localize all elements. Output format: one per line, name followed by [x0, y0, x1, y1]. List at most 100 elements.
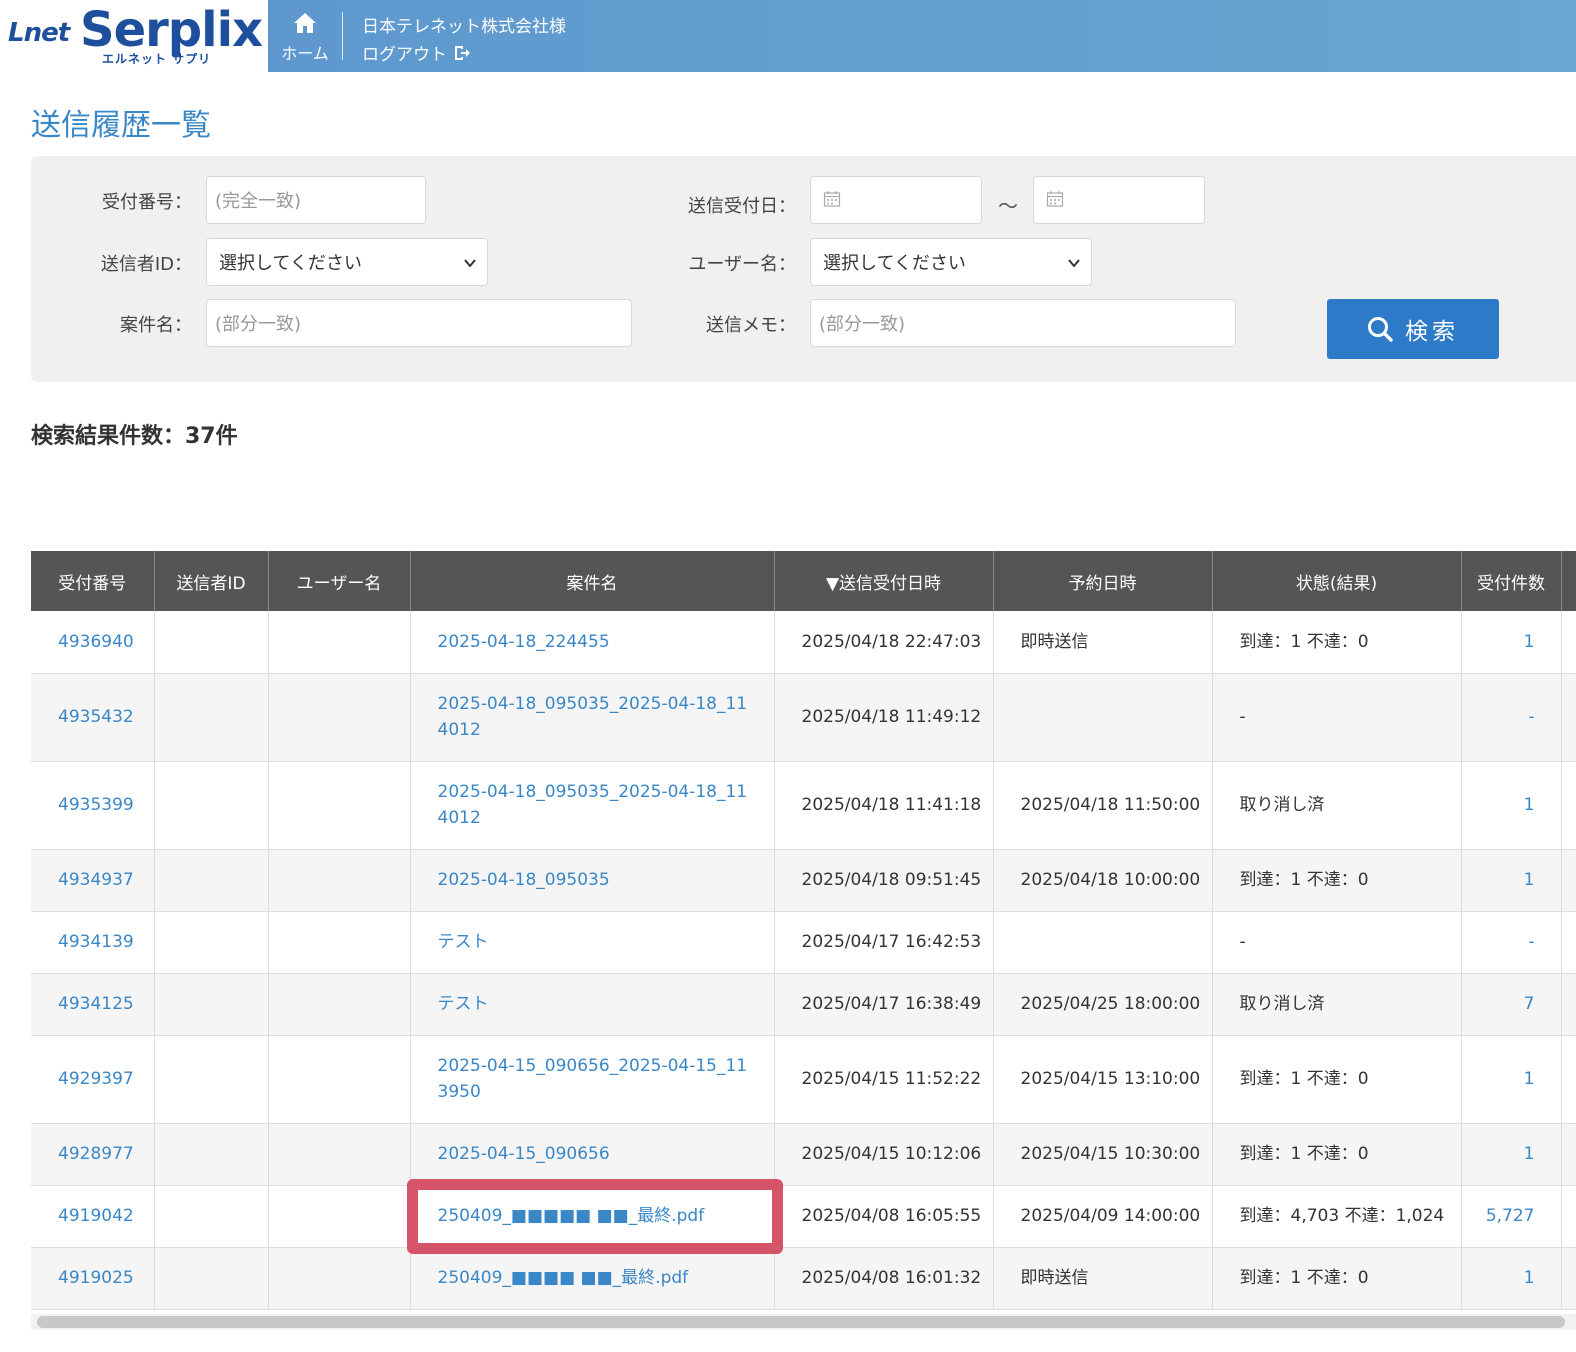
logout-icon: [455, 45, 470, 60]
cell-count[interactable]: 1: [1461, 611, 1562, 674]
cell-reserved-at: 2025/04/15 10:30:00: [993, 1123, 1213, 1186]
cell-user-name: [268, 911, 411, 974]
scrollbar-thumb[interactable]: [37, 1316, 1565, 1328]
chevron-down-icon: [1068, 259, 1080, 268]
date-to-input[interactable]: [1033, 176, 1205, 224]
col-case-name[interactable]: 案件名: [410, 551, 775, 611]
cell-reserved-at: 2025/04/25 18:00:00: [993, 973, 1213, 1036]
table-row: 4934937 2025-04-18_095035 2025/04/18 09:51…: [31, 849, 1576, 912]
horizontal-scrollbar[interactable]: [31, 1314, 1576, 1330]
col-reserved-at[interactable]: 予約日時: [993, 551, 1213, 611]
sender-id-select[interactable]: 選択してください: [206, 238, 488, 286]
cell-status: 到達：1 不達：0: [1212, 849, 1462, 912]
page-title: 送信履歴一覧: [31, 108, 211, 143]
cell-status: -: [1212, 911, 1462, 974]
cell-received-at: 2025/04/18 11:49:12: [774, 673, 994, 762]
receipt-no-input[interactable]: (完全一致): [206, 176, 426, 224]
cell-sender-id: [154, 911, 269, 974]
cell-reserved-at: [993, 911, 1213, 974]
cell-count[interactable]: 5,727: [1461, 1185, 1562, 1248]
col-user-name[interactable]: ユーザー名: [268, 551, 411, 611]
cell-receipt-no[interactable]: 4928977: [31, 1123, 155, 1186]
cell-count[interactable]: -: [1461, 673, 1562, 762]
cell-receipt-no[interactable]: 4935399: [31, 761, 155, 850]
logo[interactable]: Lnet Serplix エルネット サプリ: [0, 0, 268, 72]
cell-receipt-no[interactable]: 4934139: [31, 911, 155, 974]
cell-receipt-no[interactable]: 4935432: [31, 673, 155, 762]
cell-receipt-no[interactable]: 4929397: [31, 1035, 155, 1124]
cell-sender-id: [154, 1123, 269, 1186]
cell-received-at: 2025/04/15 10:12:06: [774, 1123, 994, 1186]
cell-user-name: [268, 1247, 411, 1310]
cell-receipt-no[interactable]: 4934125: [31, 973, 155, 1036]
cell-case-name[interactable]: 2025-04-18_095035_2025-04-18_114012: [410, 761, 775, 850]
search-icon: [1368, 317, 1393, 342]
calendar-icon: [1046, 191, 1064, 207]
table-row: 4935432 2025-04-18_095035_2025-04-18_1140…: [31, 673, 1576, 762]
cell-sender-id: [154, 849, 269, 912]
cell-case-name[interactable]: 2025-04-15_090656: [410, 1123, 775, 1186]
cell-count[interactable]: 7: [1461, 973, 1562, 1036]
home-link[interactable]: ホーム: [270, 0, 340, 72]
cell-receipt-no[interactable]: 4934937: [31, 849, 155, 912]
cell-count[interactable]: 1: [1461, 1247, 1562, 1310]
cell-user-name: [268, 973, 411, 1036]
cell-case-name[interactable]: 2025-04-18_224455: [410, 611, 775, 674]
cell-case-name[interactable]: 250409_■■■■ ■■_最終.pdf: [410, 1247, 775, 1310]
cell-case-name[interactable]: 2025-04-18_095035: [410, 849, 775, 912]
cell-received-at: 2025/04/18 22:47:03: [774, 611, 994, 674]
case-name-input[interactable]: (部分一致): [206, 299, 632, 347]
cell-case-name[interactable]: 2025-04-15_090656_2025-04-15_113950: [410, 1035, 775, 1124]
cell-overflow: [1561, 1123, 1576, 1186]
cell-receipt-no[interactable]: 4919042: [31, 1185, 155, 1248]
result-count: 検索結果件数：37件: [31, 424, 238, 449]
cell-received-at: 2025/04/08 16:01:32: [774, 1247, 994, 1310]
cell-receipt-no[interactable]: 4919025: [31, 1247, 155, 1310]
cell-sender-id: [154, 761, 269, 850]
col-sender-id[interactable]: 送信者ID: [154, 551, 269, 611]
cell-user-name: [268, 1185, 411, 1248]
date-label: 送信受付日：: [688, 196, 796, 217]
user-name-select[interactable]: 選択してください: [810, 238, 1092, 286]
cell-case-name[interactable]: テスト: [410, 973, 775, 1036]
date-from-input[interactable]: [810, 176, 982, 224]
home-label: ホーム: [281, 44, 329, 63]
cell-count[interactable]: 1: [1461, 849, 1562, 912]
cell-overflow: [1561, 673, 1576, 762]
cell-case-name[interactable]: 2025-04-18_095035_2025-04-18_114012: [410, 673, 775, 762]
table-header-row: 受付番号 送信者ID ユーザー名 案件名 ▼送信受付日時 予約日時 状態(結果)…: [31, 551, 1576, 611]
cell-user-name: [268, 761, 411, 850]
col-received-at[interactable]: ▼送信受付日時: [774, 551, 994, 611]
cell-user-name: [268, 611, 411, 674]
logout-link[interactable]: ログアウト: [362, 40, 471, 65]
cell-status: 到達：1 不達：0: [1212, 611, 1462, 674]
cell-count[interactable]: -: [1461, 911, 1562, 974]
cell-count[interactable]: 1: [1461, 1035, 1562, 1124]
cell-user-name: [268, 849, 411, 912]
cell-sender-id: [154, 973, 269, 1036]
cell-overflow: [1561, 1035, 1576, 1124]
col-count[interactable]: 受付件数: [1461, 551, 1562, 611]
cell-received-at: 2025/04/17 16:42:53: [774, 911, 994, 974]
cell-count[interactable]: 1: [1461, 761, 1562, 850]
cell-case-name[interactable]: テスト: [410, 911, 775, 974]
cell-status: 到達：1 不達：0: [1212, 1123, 1462, 1186]
memo-input[interactable]: (部分一致): [810, 299, 1236, 347]
sender-id-value: 選択してください: [219, 253, 362, 274]
cell-sender-id: [154, 1247, 269, 1310]
table-row: 4935399 2025-04-18_095035_2025-04-18_1140…: [31, 761, 1576, 850]
receipt-no-label: 受付番号：: [102, 192, 192, 213]
cell-overflow: [1561, 1247, 1576, 1310]
cell-count[interactable]: 1: [1461, 1123, 1562, 1186]
cell-reserved-at: 2025/04/09 14:00:00: [993, 1185, 1213, 1248]
table-row: 4934125 テスト 2025/04/17 16:38:49 2025/04/25 …: [31, 973, 1576, 1036]
sender-id-label: 送信者ID：: [100, 254, 192, 275]
cell-overflow: [1561, 611, 1576, 674]
header-divider: [342, 12, 343, 60]
memo-label: 送信メモ：: [706, 315, 796, 336]
col-receipt-no[interactable]: 受付番号: [31, 551, 155, 611]
col-status[interactable]: 状態(結果): [1212, 551, 1462, 611]
cell-receipt-no[interactable]: 4936940: [31, 611, 155, 674]
logo-sub: エルネット サプリ: [102, 52, 212, 66]
search-button[interactable]: 検索: [1327, 299, 1499, 359]
